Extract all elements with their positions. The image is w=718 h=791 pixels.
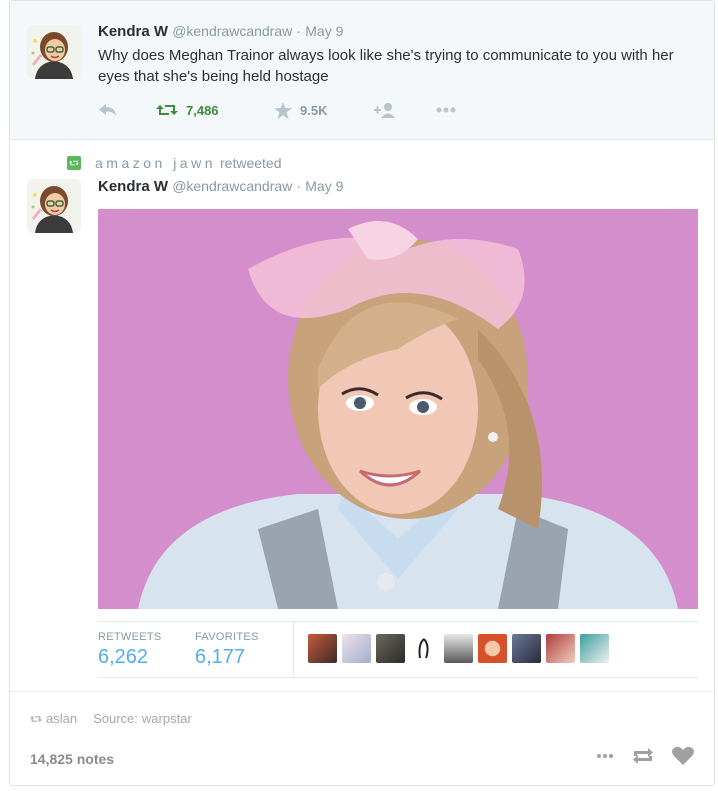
source-link[interactable]: warpstar <box>142 711 192 726</box>
reblog-icon <box>30 715 42 722</box>
favoriter-avatar[interactable] <box>342 634 371 663</box>
follow-icon <box>374 103 395 118</box>
tweet-author-line: Kendra W @kendrawcandraw · May 9 <box>98 23 344 40</box>
retweets-label: RETWEETS <box>98 631 162 643</box>
reply-icon <box>99 104 116 116</box>
notes-count[interactable]: 14,825 notes <box>30 751 114 767</box>
reblogged-from-link[interactable]: aslan <box>46 711 77 726</box>
reblog-button[interactable] <box>632 747 654 765</box>
favorite-button[interactable]: 9.5K <box>274 101 374 119</box>
tweet-photo[interactable] <box>98 209 698 609</box>
tweet-stats: RETWEETS 6,262 FAVORITES 6,177 <box>98 621 698 678</box>
tweet-author-line: Kendra W @kendrawcandraw · May 9 <box>98 178 344 195</box>
favorites-label: FAVORITES <box>195 631 259 643</box>
favoriter-avatar[interactable] <box>512 634 541 663</box>
stats-divider <box>293 622 294 677</box>
tweet-date[interactable]: May 9 <box>305 178 343 194</box>
retweet-context: amazon jawn retweeted <box>67 155 281 171</box>
avatar[interactable] <box>27 25 81 79</box>
more-icon <box>597 753 613 758</box>
favoriter-avatars <box>308 634 614 663</box>
more-icon <box>436 107 456 113</box>
reply-button[interactable] <box>98 103 156 117</box>
display-name[interactable]: Kendra W <box>98 23 168 40</box>
retweets-value: 6,262 <box>98 646 149 668</box>
embed-divider <box>10 691 714 692</box>
post-source-line: aslan Source: warpstar <box>30 711 192 726</box>
display-name[interactable]: Kendra W <box>98 178 168 195</box>
tumblr-post: Kendra W @kendrawcandraw · May 9 Why doe… <box>9 0 715 786</box>
retweeted-label: retweeted <box>220 155 282 171</box>
retweets-stat[interactable]: RETWEETS 6,262 <box>98 631 162 669</box>
retweeter-name[interactable]: amazon jawn <box>95 155 216 171</box>
retweet-icon <box>67 156 81 170</box>
share-button[interactable] <box>596 753 614 759</box>
favoriter-avatar[interactable] <box>580 634 609 663</box>
reblog-icon <box>633 747 653 764</box>
post-controls <box>578 746 694 765</box>
favoriter-avatar[interactable] <box>546 634 575 663</box>
quoted-tweet: Kendra W @kendrawcandraw · May 9 Why doe… <box>10 1 714 140</box>
favorites-stat[interactable]: FAVORITES 6,177 <box>195 631 259 669</box>
like-button[interactable] <box>672 746 694 765</box>
favoriter-avatar[interactable] <box>376 634 405 663</box>
favoriter-avatar[interactable] <box>410 634 439 663</box>
retweet-button[interactable]: 7,486 <box>156 103 274 118</box>
tweet-actions: 7,486 9.5K <box>98 100 476 120</box>
like-icon <box>672 746 694 765</box>
favorite-count: 9.5K <box>300 102 328 118</box>
tweet-date[interactable]: May 9 <box>305 23 343 39</box>
favoriter-avatar[interactable] <box>444 634 473 663</box>
avatar[interactable] <box>27 179 81 233</box>
star-icon <box>274 101 292 119</box>
handle[interactable]: @kendrawcandraw <box>172 178 292 194</box>
source-label: Source: <box>93 711 138 726</box>
favoriter-avatar[interactable] <box>308 634 337 663</box>
favorites-value: 6,177 <box>195 646 246 668</box>
favoriter-avatar[interactable] <box>478 634 507 663</box>
retweet-count: 7,486 <box>186 102 219 118</box>
handle[interactable]: @kendrawcandraw <box>172 23 292 39</box>
follow-button[interactable] <box>374 102 436 118</box>
tweet-text: Why does Meghan Trainor always look like… <box>98 47 674 85</box>
more-button[interactable] <box>436 107 476 113</box>
retweet-icon <box>156 105 178 115</box>
